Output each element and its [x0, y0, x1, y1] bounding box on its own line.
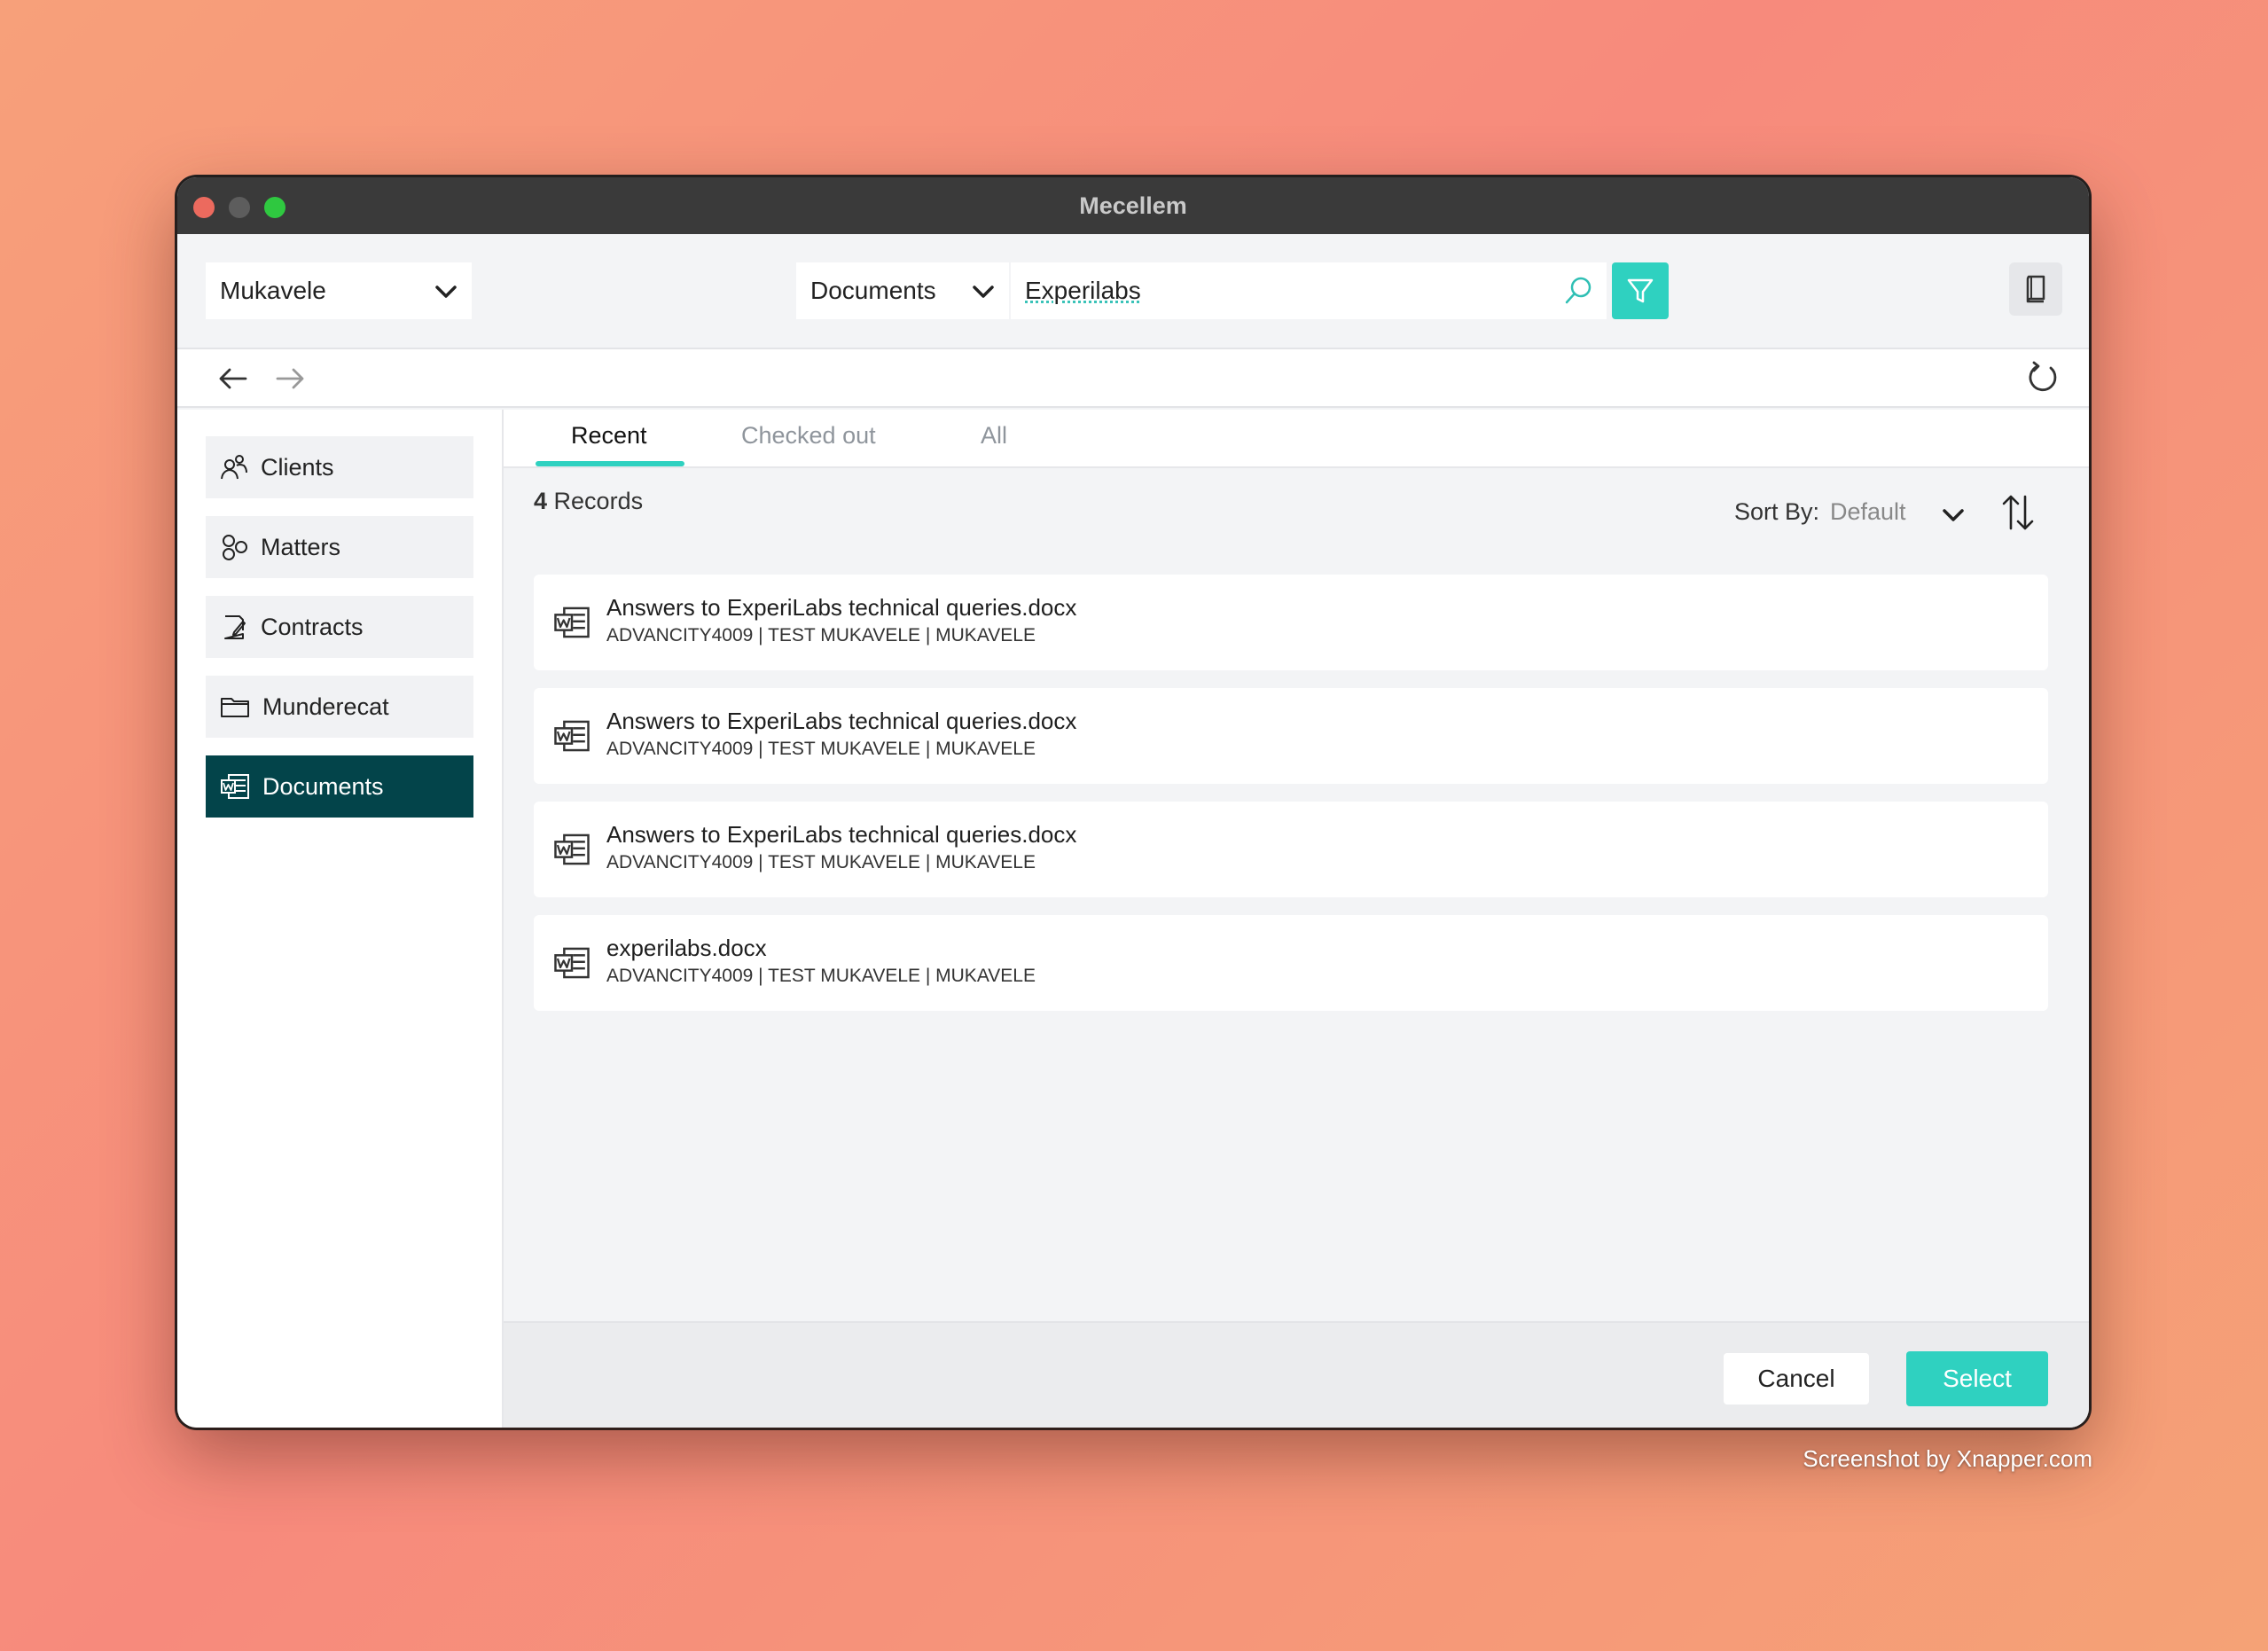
sidebar-item-label: Contracts: [261, 613, 364, 640]
records-count: 4 Records: [534, 488, 643, 515]
document-meta: ADVANCITY4009 | TEST MUKAVELE | MUKAVELE: [606, 852, 1036, 872]
circles-icon: [223, 535, 247, 560]
sort-by-label: Sort By:: [1734, 498, 1820, 525]
refresh-icon[interactable]: [2025, 360, 2061, 395]
list-item-text: Answers to ExperiLabs technical queries.…: [606, 708, 1076, 760]
folder-icon: [221, 698, 249, 717]
word-doc-icon: [554, 606, 590, 638]
sort-by-select[interactable]: Default: [1830, 498, 1906, 526]
type-select[interactable]: Documents: [796, 262, 1009, 319]
arrow-left-icon[interactable]: [216, 362, 250, 395]
content-area: Clients Matters Contracts Munderecat Doc…: [177, 410, 2089, 1428]
dialog-footer: Cancel Select: [504, 1321, 2089, 1428]
navigation-bar: [177, 349, 2089, 408]
close-window-button[interactable]: [193, 197, 215, 218]
sidebar-item-documents[interactable]: Documents: [206, 755, 473, 818]
tab-checked-out[interactable]: Checked out: [741, 422, 876, 450]
chevron-down-icon: [435, 286, 457, 298]
document-title: Answers to ExperiLabs technical queries.…: [606, 594, 1077, 621]
search-field[interactable]: [1011, 262, 1607, 319]
select-button[interactable]: Select: [1906, 1351, 2048, 1406]
contract-icon: [224, 615, 246, 639]
client-select-value: Mukavele: [220, 277, 326, 304]
word-doc-icon: [554, 720, 590, 752]
filter-button[interactable]: [1612, 262, 1669, 319]
title-bar: Mecellem: [177, 177, 2089, 234]
list-item[interactable]: Answers to ExperiLabs technical queries.…: [534, 802, 2048, 897]
list-item[interactable]: Answers to ExperiLabs technical queries.…: [534, 688, 2048, 784]
list-item[interactable]: Answers to ExperiLabs technical queries.…: [534, 575, 2048, 670]
list-item-text: experilabs.docx ADVANCITY4009 | TEST MUK…: [606, 935, 1036, 987]
search-input[interactable]: [1025, 277, 1539, 305]
list-item-text: Answers to ExperiLabs technical queries.…: [606, 594, 1076, 646]
users-icon: [221, 455, 247, 480]
app-window: Mecellem Mukavele Documents Cli: [177, 177, 2089, 1428]
document-title: Answers to ExperiLabs technical queries.…: [606, 708, 1077, 734]
document-title: experilabs.docx: [606, 935, 767, 961]
filter-icon: [1627, 278, 1654, 303]
records-count-label: Records: [553, 488, 644, 514]
window-title: Mecellem: [1079, 192, 1187, 219]
tab-recent[interactable]: Recent: [571, 422, 647, 450]
minimize-window-button[interactable]: [229, 197, 250, 218]
tab-all[interactable]: All: [981, 422, 1007, 450]
toolbar: Mukavele Documents: [177, 234, 2089, 349]
word-doc-icon: [554, 947, 590, 979]
arrow-right-icon[interactable]: [273, 362, 307, 395]
document-list: Answers to ExperiLabs technical queries.…: [534, 575, 2048, 1029]
main-panel: Recent Checked out All 4 Records Sort By…: [504, 410, 2089, 1428]
chevron-down-icon: [973, 286, 994, 298]
cancel-button[interactable]: Cancel: [1724, 1353, 1869, 1405]
sidebar: Clients Matters Contracts Munderecat Doc…: [177, 410, 504, 1428]
tab-bar: Recent Checked out All: [504, 410, 2089, 468]
sidebar-item-clients[interactable]: Clients: [206, 436, 473, 498]
sidebar-item-label: Munderecat: [262, 692, 389, 720]
watermark: Screenshot by Xnapper.com: [1803, 1445, 2092, 1472]
maximize-window-button[interactable]: [264, 197, 285, 218]
search-icon[interactable]: [1562, 275, 1594, 307]
sidebar-item-label: Matters: [261, 533, 341, 560]
active-tab-indicator: [536, 461, 684, 466]
client-select[interactable]: Mukavele: [206, 262, 472, 319]
document-meta: ADVANCITY4009 | TEST MUKAVELE | MUKAVELE: [606, 625, 1036, 646]
book-icon: [2026, 275, 2045, 303]
list-item[interactable]: experilabs.docx ADVANCITY4009 | TEST MUK…: [534, 915, 2048, 1011]
type-select-value: Documents: [810, 277, 936, 304]
sidebar-item-label: Documents: [262, 772, 384, 800]
records-count-number: 4: [534, 488, 548, 514]
sort-direction-icon[interactable]: [2000, 493, 2036, 532]
sidebar-item-label: Clients: [261, 453, 334, 481]
chevron-down-icon[interactable]: [1940, 502, 1967, 528]
sidebar-item-contracts[interactable]: Contracts: [206, 596, 473, 658]
window-controls: [193, 197, 285, 218]
book-button[interactable]: [2009, 262, 2062, 316]
document-title: Answers to ExperiLabs technical queries.…: [606, 821, 1077, 848]
list-item-text: Answers to ExperiLabs technical queries.…: [606, 821, 1076, 873]
word-doc-icon: [554, 833, 590, 865]
document-meta: ADVANCITY4009 | TEST MUKAVELE | MUKAVELE: [606, 966, 1036, 986]
word-doc-icon: [221, 774, 249, 799]
sidebar-item-munderecat[interactable]: Munderecat: [206, 676, 473, 738]
sidebar-item-matters[interactable]: Matters: [206, 516, 473, 578]
document-meta: ADVANCITY4009 | TEST MUKAVELE | MUKAVELE: [606, 739, 1036, 759]
